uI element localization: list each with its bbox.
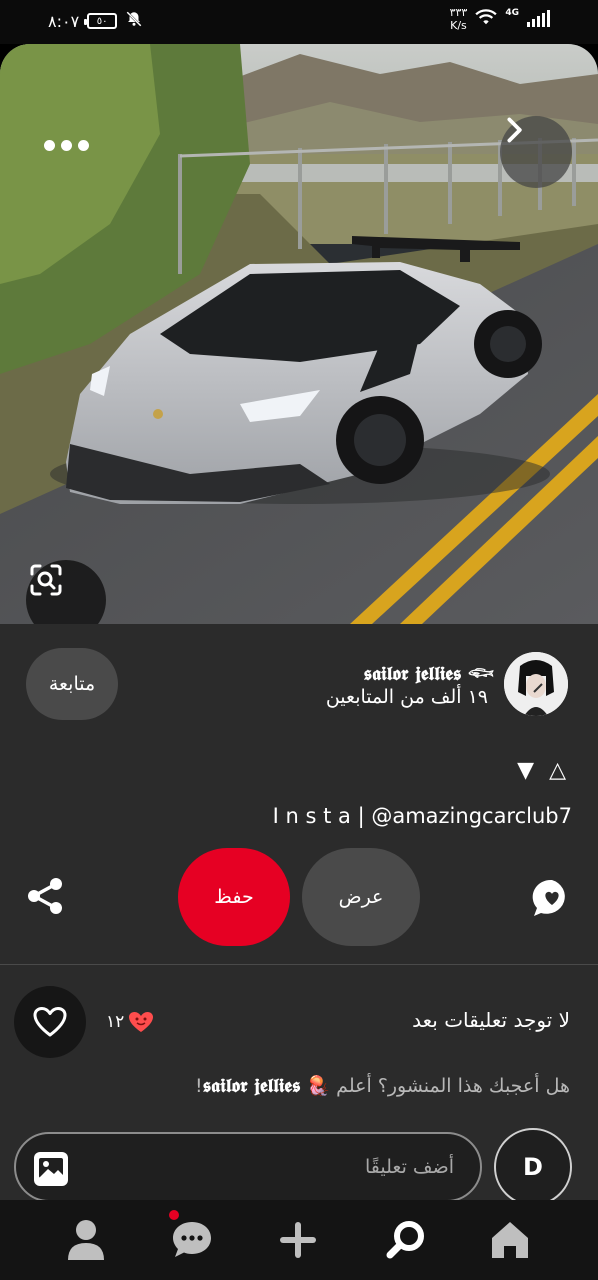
creator-avatar[interactable] bbox=[502, 650, 570, 718]
reaction-count: ١٢ bbox=[106, 1010, 155, 1034]
wifi-icon bbox=[475, 8, 498, 30]
pin-image[interactable] bbox=[0, 44, 598, 624]
share-icon[interactable] bbox=[24, 874, 68, 918]
react-button[interactable] bbox=[14, 986, 86, 1058]
my-avatar[interactable]: D bbox=[494, 1128, 572, 1206]
avatar-image bbox=[504, 652, 568, 716]
comment-placeholder: أضف تعليقًا bbox=[365, 1156, 454, 1178]
pin-symbols: ▼ △ bbox=[517, 758, 570, 783]
status-time: ٨:٠٧ bbox=[48, 11, 80, 31]
save-button[interactable]: حفظ bbox=[178, 848, 290, 946]
comment-input[interactable]: أضف تعليقًا bbox=[14, 1132, 482, 1202]
home-icon[interactable] bbox=[484, 1214, 536, 1266]
search-icon[interactable] bbox=[380, 1214, 432, 1266]
notification-dot bbox=[169, 1210, 179, 1220]
network-type: 4G bbox=[505, 8, 519, 18]
more-options-icon[interactable] bbox=[44, 140, 89, 151]
comment-prompt: هل أعجبك هذا المنشور؟ أعلم 🪼 𝖘𝖆𝖎𝖑𝖔𝖗 𝖏𝖊𝖑𝖑… bbox=[194, 1075, 570, 1097]
pin-description: I n s t a | @amazingcarclub7 bbox=[272, 804, 572, 828]
heart-outline-icon bbox=[33, 1007, 67, 1037]
profile-icon[interactable] bbox=[60, 1214, 112, 1266]
lens-icon bbox=[30, 564, 62, 596]
creator-name[interactable]: 𝖘𝖆𝖎𝖑𝖔𝖗 𝖏𝖊𝖑𝖑𝖎𝖊𝖘 𓆟 bbox=[364, 656, 495, 687]
comment-icon[interactable] bbox=[530, 876, 574, 920]
view-button[interactable]: عرض bbox=[302, 848, 420, 946]
image-attach-icon[interactable] bbox=[32, 1150, 70, 1188]
heart-emoji-icon bbox=[129, 1012, 154, 1032]
messages-icon[interactable] bbox=[166, 1214, 218, 1266]
follow-button[interactable]: متابعة bbox=[26, 648, 118, 720]
bottom-navigation bbox=[0, 1200, 598, 1280]
network-speed: ٣٣٣ K/s bbox=[449, 6, 468, 32]
create-icon[interactable] bbox=[272, 1214, 324, 1266]
battery-icon: ٥٠ bbox=[84, 13, 118, 29]
follower-count: ١٩ ألف من المتابعين bbox=[325, 686, 488, 708]
prompt-creator-name: 𝖘𝖆𝖎𝖑𝖔𝖗 𝖏𝖊𝖑𝖑𝖎𝖊𝖘 bbox=[202, 1075, 301, 1097]
mute-notifications-icon bbox=[125, 10, 143, 32]
section-divider bbox=[0, 964, 598, 965]
chevron-right-icon bbox=[507, 117, 522, 143]
no-comments-text: لا توجد تعليقات بعد bbox=[412, 1008, 570, 1032]
status-bar: ٨:٠٧ ٥٠ ٣٣٣ K/s 4G bbox=[0, 0, 598, 44]
signal-icon bbox=[527, 10, 550, 27]
next-arrow-button[interactable] bbox=[500, 116, 572, 188]
